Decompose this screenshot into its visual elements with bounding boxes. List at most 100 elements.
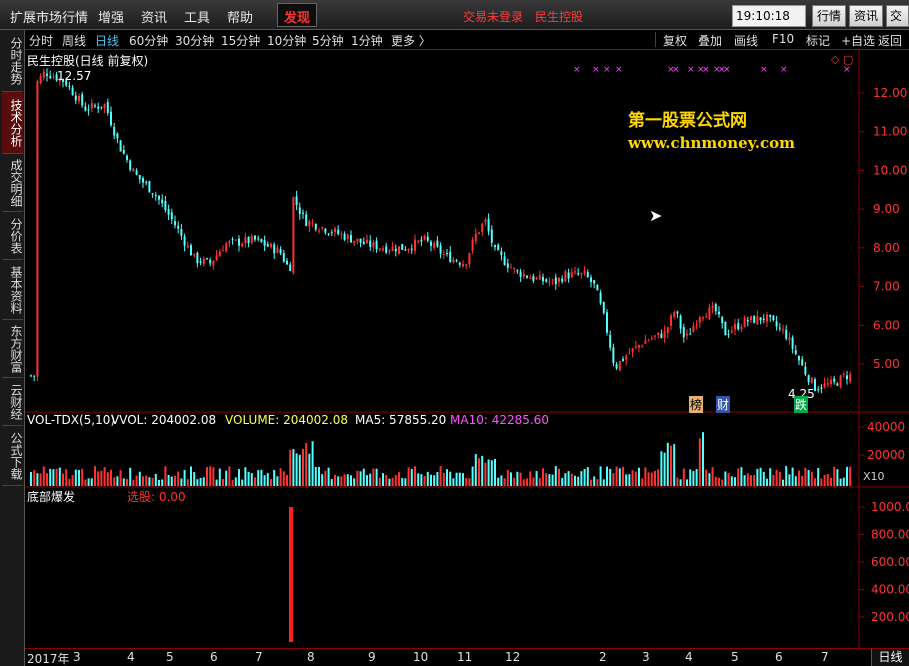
candle-body xyxy=(487,218,490,232)
volume-bar xyxy=(567,471,570,486)
volume-bar xyxy=(471,466,474,486)
add-watchlist-button[interactable]: +自选 xyxy=(841,32,875,49)
tab-basic-info[interactable]: 基本资料 xyxy=(2,260,23,320)
volume-bar xyxy=(359,471,362,486)
signal-marker: × xyxy=(687,65,695,75)
candle-body xyxy=(510,267,512,269)
candle-body xyxy=(343,233,346,240)
volume-bar xyxy=(90,478,93,486)
candle-body xyxy=(71,87,74,96)
menu-enhance[interactable]: 增强 xyxy=(98,7,124,26)
volume-bar xyxy=(596,479,599,486)
indicator-tick-label: 1000.00 xyxy=(871,500,909,514)
tab-eastmoney[interactable]: 东方财富 xyxy=(2,320,23,378)
period-intraday[interactable]: 分时 xyxy=(29,32,53,49)
period-daily[interactable]: 日线 xyxy=(95,32,119,49)
candle-body xyxy=(618,361,621,371)
candle-body xyxy=(244,237,247,244)
volume-bar xyxy=(798,470,800,486)
candle-body xyxy=(830,379,832,385)
candle-body xyxy=(689,333,692,335)
candle-body xyxy=(708,307,711,319)
period-60min[interactable]: 60分钟 xyxy=(129,32,168,49)
candle-body xyxy=(759,317,762,321)
candle-body xyxy=(87,109,90,111)
period-10min[interactable]: 10分钟 xyxy=(267,32,306,49)
tab-intraday-trend[interactable]: 分时走势 xyxy=(2,30,23,92)
volume-bar xyxy=(279,468,282,486)
period-15min[interactable]: 15分钟 xyxy=(221,32,260,49)
candle-body xyxy=(766,314,768,322)
candle-body xyxy=(679,315,682,329)
volume-bar xyxy=(324,470,327,486)
volume-bar xyxy=(273,470,276,486)
tab-trade-details[interactable]: 成交明细 xyxy=(2,154,23,212)
volume-bar xyxy=(343,474,346,486)
volume-bar xyxy=(734,477,736,486)
candle-body xyxy=(97,106,100,109)
period-1min[interactable]: 1分钟 xyxy=(351,32,383,49)
menu-extended-market[interactable]: 扩展市场行情 xyxy=(10,7,88,26)
candle-body xyxy=(90,103,93,109)
period-more[interactable]: 更多 〉 xyxy=(391,32,431,49)
quotes-button[interactable]: 行情 xyxy=(812,5,846,27)
volume-bar xyxy=(657,469,660,486)
candle-body xyxy=(289,264,292,272)
candle-body xyxy=(404,249,407,251)
period-weekly[interactable]: 周线 xyxy=(62,32,86,49)
period-30min[interactable]: 30分钟 xyxy=(175,32,214,49)
f10-button[interactable]: F10 xyxy=(772,32,794,46)
candle-body xyxy=(810,377,813,383)
panel-expand-icon[interactable]: ◇ ▢ xyxy=(831,53,853,66)
badge-limit-down[interactable]: 跌 xyxy=(794,396,809,413)
candle-body xyxy=(30,375,32,377)
candle-body xyxy=(222,250,224,252)
candle-body xyxy=(583,270,586,274)
volume-bar xyxy=(122,478,125,486)
tab-technical-analysis[interactable]: 技术分析 xyxy=(2,92,23,154)
toolbar-separator xyxy=(655,32,656,47)
chart-area[interactable]: 12.00 11.00 10.00 9.00 8.00 7.00 6.00 5.00 × × × ×… xyxy=(25,50,909,648)
tab-price-table[interactable]: 分价表 xyxy=(2,212,23,260)
volume-bar xyxy=(686,479,688,486)
volume-bar xyxy=(119,470,122,486)
overlay-button[interactable]: 叠加 xyxy=(698,32,722,49)
signal-marker: × xyxy=(603,65,611,75)
indicator-signal-bar xyxy=(289,507,293,642)
menu-help[interactable]: 帮助 xyxy=(227,7,253,26)
volume-bar xyxy=(503,478,506,486)
volume-bar xyxy=(234,477,237,486)
badge-rank[interactable]: 榜 xyxy=(689,396,704,413)
back-button[interactable]: 返回 xyxy=(878,32,902,49)
tab-formula-download[interactable]: 公式下载 xyxy=(2,426,23,486)
candle-body xyxy=(126,155,128,160)
volume-bar xyxy=(599,466,602,486)
tab-cloud-finance[interactable]: 云财经 xyxy=(2,378,23,426)
candle-body xyxy=(270,243,272,248)
trade-button[interactable]: 交易 xyxy=(886,5,909,27)
menu-tools[interactable]: 工具 xyxy=(184,7,210,26)
candle-body xyxy=(132,168,135,172)
candle-body xyxy=(839,375,842,388)
candle-body xyxy=(129,160,132,170)
period-5min[interactable]: 5分钟 xyxy=(312,32,344,49)
volume-bar xyxy=(209,466,212,486)
restore-rights-button[interactable]: 复权 xyxy=(663,32,687,49)
candle-body xyxy=(238,238,240,246)
info-button[interactable]: 资讯 xyxy=(849,5,883,27)
candle-body xyxy=(247,236,250,244)
volume-bar xyxy=(698,438,701,486)
mark-button[interactable]: 标记 xyxy=(806,32,830,49)
badge-finance[interactable]: 财 xyxy=(716,396,731,413)
menu-news[interactable]: 资讯 xyxy=(141,7,167,26)
volume-bar xyxy=(753,474,756,486)
candle-body xyxy=(36,81,39,377)
volume-bar xyxy=(500,475,503,486)
login-status[interactable]: 交易未登录 xyxy=(463,8,523,25)
volume-bar xyxy=(577,476,580,486)
candle-body xyxy=(135,170,138,175)
draw-line-button[interactable]: 画线 xyxy=(734,32,758,49)
menu-discover[interactable]: 发现 xyxy=(277,3,318,27)
candle-body xyxy=(705,316,708,318)
candle-body xyxy=(612,347,615,363)
